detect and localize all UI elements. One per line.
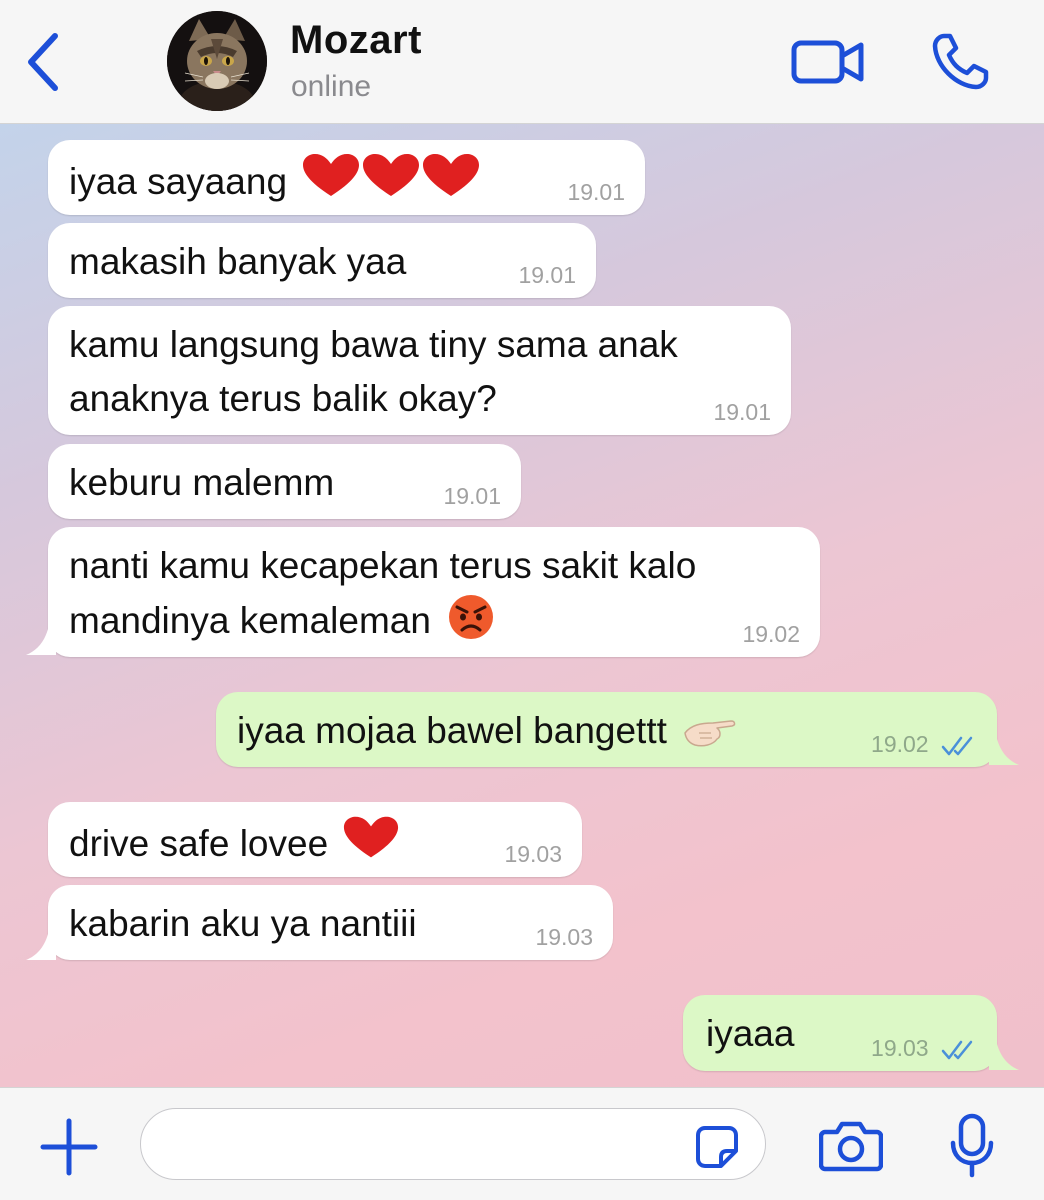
message-time-status: 19.02 bbox=[871, 729, 975, 759]
message-time: 19.01 bbox=[567, 179, 625, 205]
message-bubble-incoming[interactable]: kamu langsung bawa tiny sama anak anakny… bbox=[48, 306, 791, 435]
message-time: 19.03 bbox=[504, 841, 562, 867]
phone-icon bbox=[932, 33, 989, 90]
message-bubble-incoming[interactable]: makasih banyak yaa 19.01 bbox=[48, 223, 596, 298]
message-time: 19.01 bbox=[713, 399, 771, 425]
microphone-icon bbox=[950, 1113, 994, 1178]
chat-area[interactable]: iyaa sayaang 19.01 makasih banyak yaa 19… bbox=[0, 124, 1044, 1087]
message-text-line: kamu langsung bawa tiny sama anak bbox=[69, 324, 678, 365]
message-bubble-outgoing[interactable]: iyaaa 19.03 bbox=[683, 995, 997, 1071]
back-button[interactable] bbox=[18, 30, 68, 94]
message-text-line: nanti kamu kecapekan terus sakit kalo bbox=[69, 545, 697, 586]
message-text: iyaaa bbox=[706, 1013, 795, 1054]
message-time: 19.03 bbox=[535, 924, 593, 950]
camera-button[interactable] bbox=[818, 1118, 884, 1174]
message-text-line: mandinya kemaleman bbox=[69, 600, 431, 641]
pointing-hand-emoji bbox=[683, 711, 737, 766]
message-bubble-incoming[interactable]: drive safe lovee 19.03 bbox=[48, 802, 582, 877]
voice-message-button[interactable] bbox=[944, 1110, 1000, 1182]
message-input-bar bbox=[0, 1087, 1044, 1200]
angry-face-emoji bbox=[447, 593, 495, 656]
bubble-tail bbox=[26, 934, 56, 960]
read-receipt-icon bbox=[941, 736, 973, 756]
cat-avatar-image bbox=[167, 11, 267, 111]
heart-emoji-group bbox=[301, 152, 481, 215]
read-receipt-icon bbox=[941, 1040, 973, 1060]
sticker-icon bbox=[696, 1126, 738, 1168]
heart-emoji bbox=[342, 814, 400, 877]
camera-icon bbox=[819, 1121, 883, 1172]
message-time: 19.02 bbox=[742, 621, 800, 647]
message-time: 19.02 bbox=[871, 731, 929, 757]
sticker-button[interactable] bbox=[694, 1124, 740, 1170]
chevron-left-icon bbox=[28, 33, 58, 91]
message-text: keburu malemm bbox=[69, 462, 335, 503]
message-time: 19.01 bbox=[443, 483, 501, 509]
message-bubble-outgoing[interactable]: iyaa mojaa bawel bangettt 19.02 bbox=[216, 692, 997, 767]
message-text: drive safe lovee bbox=[69, 823, 329, 864]
message-text: makasih banyak yaa bbox=[69, 241, 407, 282]
message-input[interactable] bbox=[140, 1108, 766, 1180]
voice-call-button[interactable] bbox=[928, 30, 992, 94]
bubble-tail bbox=[26, 629, 56, 655]
attach-button[interactable] bbox=[38, 1116, 100, 1178]
message-time: 19.01 bbox=[518, 262, 576, 288]
message-text-line: anaknya terus balik okay? bbox=[69, 378, 497, 419]
message-bubble-incoming[interactable]: kabarin aku ya nantiii 19.03 bbox=[48, 885, 613, 960]
message-bubble-incoming[interactable]: nanti kamu kecapekan terus sakit kalo ma… bbox=[48, 527, 820, 657]
video-camera-icon bbox=[791, 40, 864, 84]
message-text: kabarin aku ya nantiii bbox=[69, 903, 417, 944]
message-bubble-incoming[interactable]: keburu malemm 19.01 bbox=[48, 444, 521, 519]
chat-header: Mozart online bbox=[0, 0, 1044, 124]
message-text: iyaa mojaa bawel bangettt bbox=[237, 710, 667, 751]
bubble-tail bbox=[989, 1044, 1019, 1070]
contact-status: online bbox=[291, 70, 372, 103]
message-time-status: 19.03 bbox=[871, 1033, 975, 1063]
message-text: iyaa sayaang bbox=[69, 161, 288, 202]
bubble-tail bbox=[989, 739, 1019, 765]
message-bubble-incoming[interactable]: iyaa sayaang 19.01 bbox=[48, 140, 645, 215]
video-call-button[interactable] bbox=[788, 34, 868, 90]
avatar[interactable] bbox=[167, 11, 267, 111]
contact-name[interactable]: Mozart bbox=[290, 18, 422, 63]
plus-icon bbox=[40, 1118, 98, 1176]
message-time: 19.03 bbox=[871, 1035, 929, 1061]
